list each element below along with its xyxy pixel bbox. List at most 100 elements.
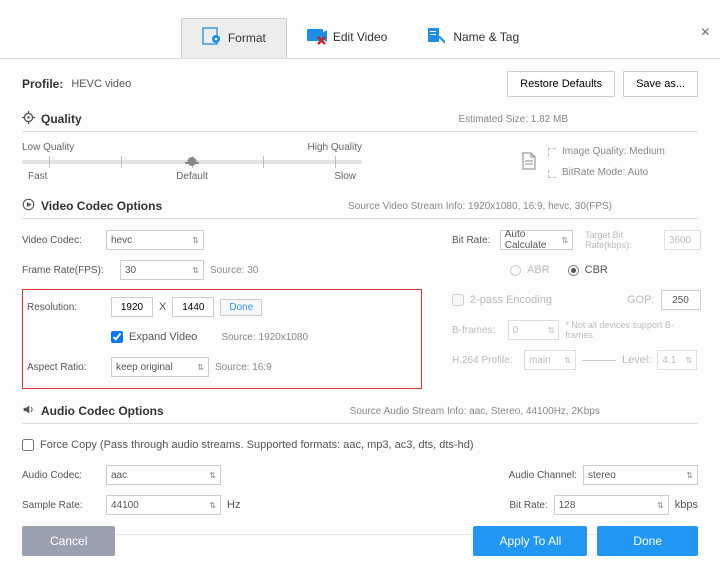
slider-thumb[interactable] (188, 157, 197, 166)
audio-codec-label: Audio Codec: (22, 470, 100, 481)
slider-tick (49, 156, 50, 168)
audio-icon (22, 403, 35, 419)
expand-video-checkbox[interactable] (111, 331, 123, 343)
audio-bitrate-select[interactable]: 128⇅ (554, 495, 669, 515)
chevron-icon: ⇅ (561, 236, 568, 245)
image-quality-value: Image Quality: Medium (562, 146, 665, 157)
audio-codec-header: Audio Codec Options Source Audio Stream … (22, 403, 698, 424)
tab-label: Edit Video (333, 30, 388, 44)
decoration (582, 360, 616, 361)
decoration (548, 170, 556, 178)
sample-rate-label: Sample Rate: (22, 500, 100, 511)
restore-defaults-button[interactable]: Restore Defaults (507, 71, 615, 97)
chevron-icon: ⇅ (657, 501, 664, 510)
low-quality-label: Low Quality (22, 142, 74, 153)
chevron-icon: ⇅ (564, 356, 571, 365)
bitrate-mode-value: BitRate Mode: Auto (562, 167, 648, 178)
chevron-icon: ⇅ (686, 356, 693, 365)
save-as-button[interactable]: Save as... (623, 71, 698, 97)
chevron-icon: ⇅ (209, 501, 216, 510)
profile-label: Profile: (22, 77, 63, 91)
document-icon (522, 152, 536, 173)
audio-stream-info: Source Audio Stream Info: aac, Stereo, 4… (350, 406, 600, 417)
profile-value: HEVC video (71, 78, 131, 90)
video-codec-select[interactable]: hevc⇅ (106, 230, 204, 250)
slider-tick (263, 156, 264, 168)
level-select: 4.1⇅ (657, 350, 697, 370)
chevron-icon: ⇅ (686, 471, 693, 480)
gop-label: GOP: (627, 294, 655, 306)
slow-label: Slow (334, 171, 356, 182)
fps-source: Source: 30 (210, 265, 258, 276)
video-codec-label: Video Codec: (22, 235, 100, 246)
chevron-icon: ⇅ (192, 266, 199, 275)
close-icon[interactable]: × (701, 24, 710, 42)
gear-icon (22, 111, 35, 127)
decoration (548, 148, 556, 156)
expand-video-label: Expand Video (129, 331, 197, 343)
kbps-label: kbps (675, 499, 698, 511)
aspect-source: Source: 16:9 (215, 362, 272, 373)
estimated-size: Estimated Size: 1.82 MB (459, 114, 569, 125)
name-tag-icon (427, 27, 447, 48)
h264-profile-label: H.264 Profile: (452, 355, 518, 366)
audio-channel-select[interactable]: stereo⇅ (583, 465, 698, 485)
bitrate-label: Bit Rate: (452, 235, 494, 246)
bitrate-select[interactable]: Auto Calculate⇅ (500, 230, 573, 250)
tab-name-tag[interactable]: Name & Tag (407, 18, 539, 58)
high-quality-label: High Quality (308, 142, 362, 153)
section-title: Video Codec Options (41, 199, 162, 213)
twopass-checkbox (452, 294, 464, 306)
force-copy-label: Force Copy (Pass through audio streams. … (40, 439, 473, 451)
fps-select[interactable]: 30⇅ (120, 260, 204, 280)
chevron-icon: ⇅ (192, 236, 199, 245)
twopass-label: 2-pass Encoding (470, 294, 552, 306)
tabs: Format Edit Video Name & Tag (0, 18, 720, 59)
resolution-height-input[interactable] (172, 297, 214, 317)
resolution-group: Resolution: X Done Expand Video Source: … (22, 289, 422, 389)
chevron-icon: ⇅ (548, 326, 555, 335)
target-bitrate-label: Target Bit Rate(kbps): (585, 230, 658, 250)
section-title: Quality (41, 112, 82, 126)
format-icon (202, 27, 222, 48)
video-codec-header: Video Codec Options Source Video Stream … (22, 198, 698, 219)
aspect-ratio-select[interactable]: keep original⇅ (111, 357, 209, 377)
force-copy-checkbox[interactable] (22, 439, 34, 451)
profile-row: Profile: HEVC video Restore Defaults Sav… (22, 71, 698, 97)
slider-tick (121, 156, 122, 168)
bframes-note: * Not all devices support B-frames (565, 320, 700, 340)
cbr-label: CBR (585, 264, 608, 276)
slider-tick (335, 156, 336, 168)
cbr-radio[interactable] (568, 265, 579, 276)
h264-profile-select: main⇅ (524, 350, 576, 370)
resolution-label: Resolution: (27, 302, 105, 313)
quality-slider[interactable]: Low Quality High Quality Fast Default Sl… (22, 142, 362, 182)
sample-rate-select[interactable]: 44100⇅ (106, 495, 221, 515)
resolution-done-button[interactable]: Done (220, 299, 262, 316)
chevron-icon: ⇅ (197, 363, 204, 372)
tab-edit-video[interactable]: Edit Video (287, 18, 408, 58)
tab-label: Format (228, 31, 266, 45)
level-label: Level: (622, 354, 651, 366)
bframes-label: B-frames: (452, 325, 502, 336)
abr-label: ABR (527, 264, 550, 276)
audio-codec-select[interactable]: aac⇅ (106, 465, 221, 485)
tab-format[interactable]: Format (181, 18, 287, 58)
x-label: X (159, 301, 166, 313)
fast-label: Fast (28, 171, 47, 182)
resolution-width-input[interactable] (111, 297, 153, 317)
audio-channel-label: Audio Channel: (509, 470, 577, 481)
tab-label: Name & Tag (453, 30, 519, 44)
section-title: Audio Codec Options (41, 404, 164, 418)
edit-video-icon (307, 27, 327, 48)
hz-label: Hz (227, 499, 240, 511)
target-bitrate-input: 3600 (664, 230, 701, 250)
video-stream-info: Source Video Stream Info: 1920x1080, 16:… (348, 201, 612, 212)
quality-header: Quality Estimated Size: 1.82 MB (22, 111, 698, 132)
bframes-select: 0⇅ (508, 320, 560, 340)
aspect-ratio-label: Aspect Ratio: (27, 362, 105, 373)
abr-radio[interactable] (510, 265, 521, 276)
video-icon (22, 198, 35, 214)
gop-input[interactable] (661, 290, 701, 310)
chevron-icon: ⇅ (209, 471, 216, 480)
